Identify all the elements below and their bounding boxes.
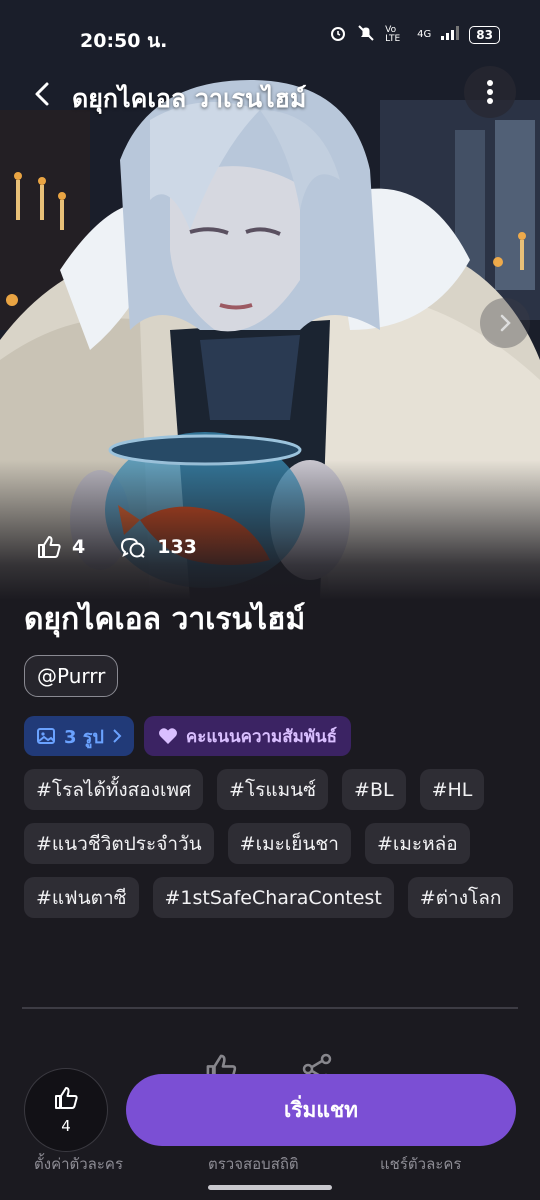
next-image-button[interactable] xyxy=(480,298,530,348)
status-icons: Vo LTE 4G 83 xyxy=(329,24,500,45)
heart-icon xyxy=(158,728,177,744)
status-time: 20:50 น. xyxy=(80,30,168,52)
author-chip[interactable]: @Purrr xyxy=(24,655,119,697)
images-chip[interactable]: 3 รูป xyxy=(24,716,134,756)
like-button[interactable]: 4 xyxy=(24,1068,108,1152)
mute-icon xyxy=(357,24,375,45)
section-divider xyxy=(22,1007,518,1009)
hero-stats: 4 133 xyxy=(36,534,197,560)
back-button[interactable] xyxy=(22,74,62,114)
signal-icon xyxy=(441,26,460,43)
images-chip-label: 3 รูป xyxy=(64,726,104,748)
status-bar: 20:50 น. Vo LTE 4G 83 xyxy=(0,0,540,72)
start-chat-button[interactable]: เริ่มแชท xyxy=(126,1074,516,1146)
image-icon xyxy=(37,728,55,744)
tag-item[interactable]: #แฟนตาซี xyxy=(24,877,139,918)
chevron-right-icon xyxy=(113,729,122,743)
tag-item[interactable]: #เมะหล่อ xyxy=(364,823,470,864)
bottom-action-bar: 4 เริ่มแชท xyxy=(0,1060,540,1170)
tag-item[interactable]: #เมะเย็นชา xyxy=(227,823,351,864)
chevron-left-icon xyxy=(35,82,49,106)
comment-count: 133 xyxy=(157,536,197,558)
thumbs-up-icon xyxy=(38,536,61,558)
relationship-score-chip[interactable]: คะแนนความสัมพันธ์ xyxy=(143,716,352,756)
tag-list: #โรลได้ทั้งสองเพศ #โรแมนซ์ #BL #HL #แนวช… xyxy=(24,769,524,918)
tag-item[interactable]: #1stSafeCharaContest xyxy=(152,877,394,918)
home-indicator xyxy=(208,1185,332,1190)
chat-bubbles-icon xyxy=(121,537,145,558)
hero-gradient xyxy=(0,460,540,600)
tag-item[interactable]: #ต่างโลก xyxy=(407,877,514,918)
volte-label: Vo LTE xyxy=(385,24,401,44)
tag-item[interactable]: #แนวชีวิตประจำวัน xyxy=(24,823,214,864)
like-count: 4 xyxy=(72,536,86,558)
like-button-count: 4 xyxy=(61,1117,71,1135)
top-bar: ดยุกไคเอล วาเรนไฮม์ xyxy=(0,66,540,122)
thumbs-up-icon xyxy=(55,1087,78,1109)
battery-indicator: 83 xyxy=(469,25,500,44)
relationship-chip-label: คะแนนความสัมพันธ์ xyxy=(185,726,338,747)
page-title: ดยุกไคเอล วาเรนไฮม์ xyxy=(72,84,307,113)
tag-item[interactable]: #HL xyxy=(419,769,485,810)
like-stat: 4 xyxy=(36,534,85,560)
alarm-icon xyxy=(329,24,347,45)
character-name: ดยุกไคเอล วาเรนไฮม์ xyxy=(24,602,306,637)
comment-stat: 133 xyxy=(119,534,197,560)
chevron-right-icon xyxy=(500,314,511,332)
tag-item[interactable]: #โรแมนซ์ xyxy=(217,769,329,810)
tag-item[interactable]: #BL xyxy=(342,769,406,810)
tag-item[interactable]: #โรลได้ทั้งสองเพศ xyxy=(24,769,204,810)
network-label: 4G xyxy=(417,29,432,40)
more-vertical-icon xyxy=(487,80,493,104)
feature-chips: 3 รูป คะแนนความสัมพันธ์ xyxy=(24,716,352,756)
more-options-button[interactable] xyxy=(464,66,516,118)
